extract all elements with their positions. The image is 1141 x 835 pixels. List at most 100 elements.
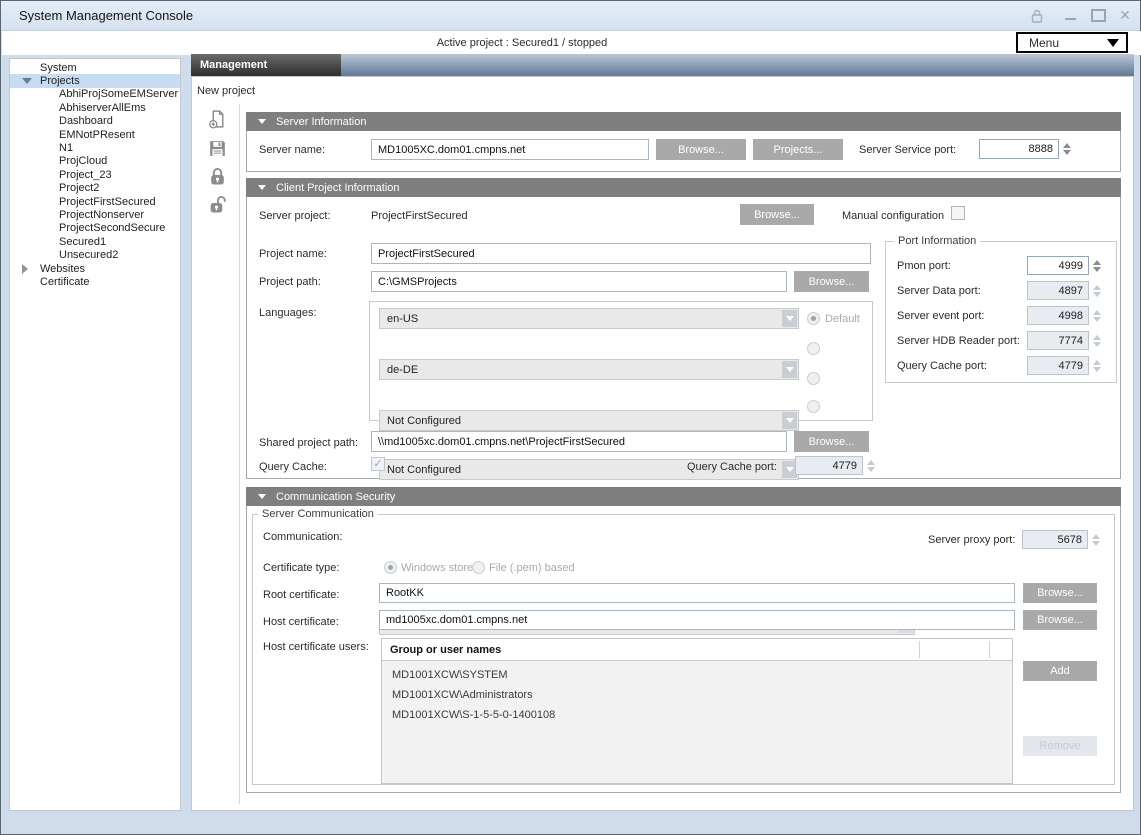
- tree-item-project[interactable]: Secured1: [10, 235, 180, 248]
- query-cache-port-group-spin-arrows: [1092, 357, 1102, 374]
- tree-item-project[interactable]: Dashboard: [10, 115, 180, 128]
- unlock-icon[interactable]: [208, 194, 228, 216]
- service-port-spin-arrows[interactable]: [1062, 140, 1072, 158]
- cert-user-row[interactable]: MD1001XCW\Administrators: [382, 685, 1012, 705]
- minimize-button[interactable]: [1061, 6, 1079, 24]
- service-port-label: Server Service port:: [859, 144, 956, 156]
- save-icon[interactable]: [207, 138, 229, 160]
- tree-item-project[interactable]: Project2: [10, 182, 180, 195]
- query-cache-port-spinner: 4779: [795, 456, 863, 475]
- tree-item-projects[interactable]: Projects: [10, 74, 180, 87]
- maximize-button[interactable]: [1089, 6, 1107, 24]
- cert-type-label: Certificate type:: [263, 562, 339, 574]
- tab-management[interactable]: Management: [191, 54, 341, 76]
- communication-label: Communication:: [263, 531, 342, 543]
- root-cert-browse-button[interactable]: Browse...: [1023, 583, 1097, 603]
- project-name-input[interactable]: ProjectFirstSecured: [371, 243, 871, 264]
- language-default-radio-2: [807, 342, 820, 355]
- tree-item-project[interactable]: ProjectNonserver: [10, 208, 180, 221]
- server-browse-button[interactable]: Browse...: [656, 139, 746, 160]
- tree-item-project[interactable]: ProjCloud: [10, 155, 180, 168]
- maximize-icon: [1091, 9, 1106, 22]
- root-cert-input[interactable]: RootKK: [379, 583, 1015, 603]
- hdb-reader-port-spinner: 7774: [1027, 331, 1089, 350]
- manual-config-checkbox[interactable]: [951, 206, 965, 220]
- language-default-label: Default: [825, 313, 860, 325]
- language-dropdown-2[interactable]: de-DE: [379, 359, 799, 380]
- shared-path-input[interactable]: \\md1005xc.dom01.cmpns.net\ProjectFirstS…: [371, 431, 787, 452]
- tree-item-project[interactable]: N1: [10, 141, 180, 154]
- server-event-port-spin-arrows: [1092, 307, 1102, 324]
- host-cert-browse-button[interactable]: Browse...: [1023, 610, 1097, 630]
- proxy-port-spin-arrows: [1091, 531, 1101, 548]
- minimize-icon: [1065, 18, 1076, 20]
- port-info-title: Port Information: [894, 235, 980, 247]
- project-path-browse-button[interactable]: Browse...: [794, 271, 869, 292]
- new-project-icon[interactable]: [207, 109, 229, 131]
- hdb-reader-port-spin-arrows: [1092, 332, 1102, 349]
- remove-user-button: Remove: [1023, 736, 1097, 756]
- tree-item-system[interactable]: System: [10, 61, 180, 74]
- cert-users-list[interactable]: Group or user names MD1001XCW\SYSTEM MD1…: [381, 638, 1013, 784]
- server-communication-title: Server Communication: [258, 508, 378, 520]
- project-tree-panel: System Projects AbhiProjSomeEMServer Abh…: [9, 58, 181, 811]
- titlebar-lock-icon: [1029, 8, 1045, 24]
- tree-item-project[interactable]: ProjectSecondSecure: [10, 222, 180, 235]
- tree-item-project[interactable]: EMNotPResent: [10, 128, 180, 141]
- tab-strip: Management: [191, 54, 1134, 76]
- column-separator: [919, 641, 920, 658]
- shared-path-browse-button[interactable]: Browse...: [794, 431, 869, 452]
- server-project-value: ProjectFirstSecured: [371, 210, 468, 222]
- tree-item-project[interactable]: Project_23: [10, 168, 180, 181]
- shared-path-label: Shared project path:: [259, 437, 358, 449]
- server-name-input[interactable]: MD1005XC.dom01.cmpns.net: [371, 139, 649, 160]
- titlebar: System Management Console ×: [1, 1, 1140, 31]
- proxy-port-label: Server proxy port:: [928, 534, 1015, 546]
- host-cert-input[interactable]: md1005xc.dom01.cmpns.net: [379, 610, 1015, 630]
- menu-dropdown[interactable]: Menu: [1016, 32, 1128, 53]
- pmon-port-spinner[interactable]: 4999: [1027, 256, 1089, 275]
- service-port-spinner[interactable]: 8888: [979, 139, 1059, 159]
- cert-type-windows-radio: [384, 561, 397, 574]
- pmon-port-label: Pmon port:: [897, 260, 951, 272]
- query-cache-checkbox: ✓: [371, 457, 385, 471]
- dropdown-arrow-icon: [782, 361, 797, 378]
- cert-user-row[interactable]: MD1001XCW\SYSTEM: [382, 665, 1012, 685]
- client-project-header[interactable]: Client Project Information: [246, 178, 1121, 197]
- window-title: System Management Console: [19, 8, 193, 23]
- expander-expanded-icon[interactable]: [22, 78, 32, 84]
- cert-type-windows-label: Windows store: [401, 562, 473, 574]
- language-dropdown-1[interactable]: en-US: [379, 308, 799, 329]
- pmon-port-spin-arrows[interactable]: [1092, 257, 1102, 274]
- tree-item-websites[interactable]: Websites: [10, 262, 180, 275]
- server-data-port-label: Server Data port:: [897, 285, 981, 297]
- query-cache-label: Query Cache:: [259, 461, 327, 473]
- collapse-icon: [258, 119, 266, 124]
- project-name-label: Project name:: [259, 248, 327, 260]
- language-default-radio-1: [807, 312, 820, 325]
- toolbar-separator: [239, 104, 240, 804]
- root-cert-label: Root certificate:: [263, 589, 339, 601]
- proxy-port-spinner: 5678: [1022, 530, 1088, 549]
- tree-item-certificate[interactable]: Certificate: [10, 275, 180, 288]
- cert-user-row[interactable]: MD1001XCW\S-1-5-5-0-1400108: [382, 705, 1012, 725]
- lock-icon[interactable]: [208, 166, 228, 188]
- comm-security-header[interactable]: Communication Security: [246, 487, 1121, 506]
- language-dropdown-3[interactable]: Not Configured: [379, 410, 799, 431]
- server-project-browse-button[interactable]: Browse...: [740, 204, 814, 225]
- spin-down-icon: [1063, 150, 1071, 155]
- projects-button[interactable]: Projects...: [753, 139, 843, 160]
- dropdown-arrow-icon: [782, 310, 797, 327]
- tree-item-project[interactable]: ProjectFirstSecured: [10, 195, 180, 208]
- tree-item-project[interactable]: Unsecured2: [10, 248, 180, 261]
- add-user-button[interactable]: Add: [1023, 661, 1097, 681]
- server-info-header[interactable]: Server Information: [246, 112, 1121, 131]
- tree-item-project[interactable]: AbhiserverAllEms: [10, 101, 180, 114]
- tree-item-project[interactable]: AbhiProjSomeEMServer: [10, 88, 180, 101]
- close-button[interactable]: ×: [1115, 3, 1135, 27]
- page-title: New project: [197, 85, 255, 97]
- expander-collapsed-icon[interactable]: [22, 264, 28, 274]
- query-cache-port-group-label: Query Cache port:: [897, 360, 987, 372]
- hdb-reader-port-label: Server HDB Reader port:: [897, 335, 1020, 347]
- project-path-input[interactable]: C:\GMSProjects: [371, 271, 787, 292]
